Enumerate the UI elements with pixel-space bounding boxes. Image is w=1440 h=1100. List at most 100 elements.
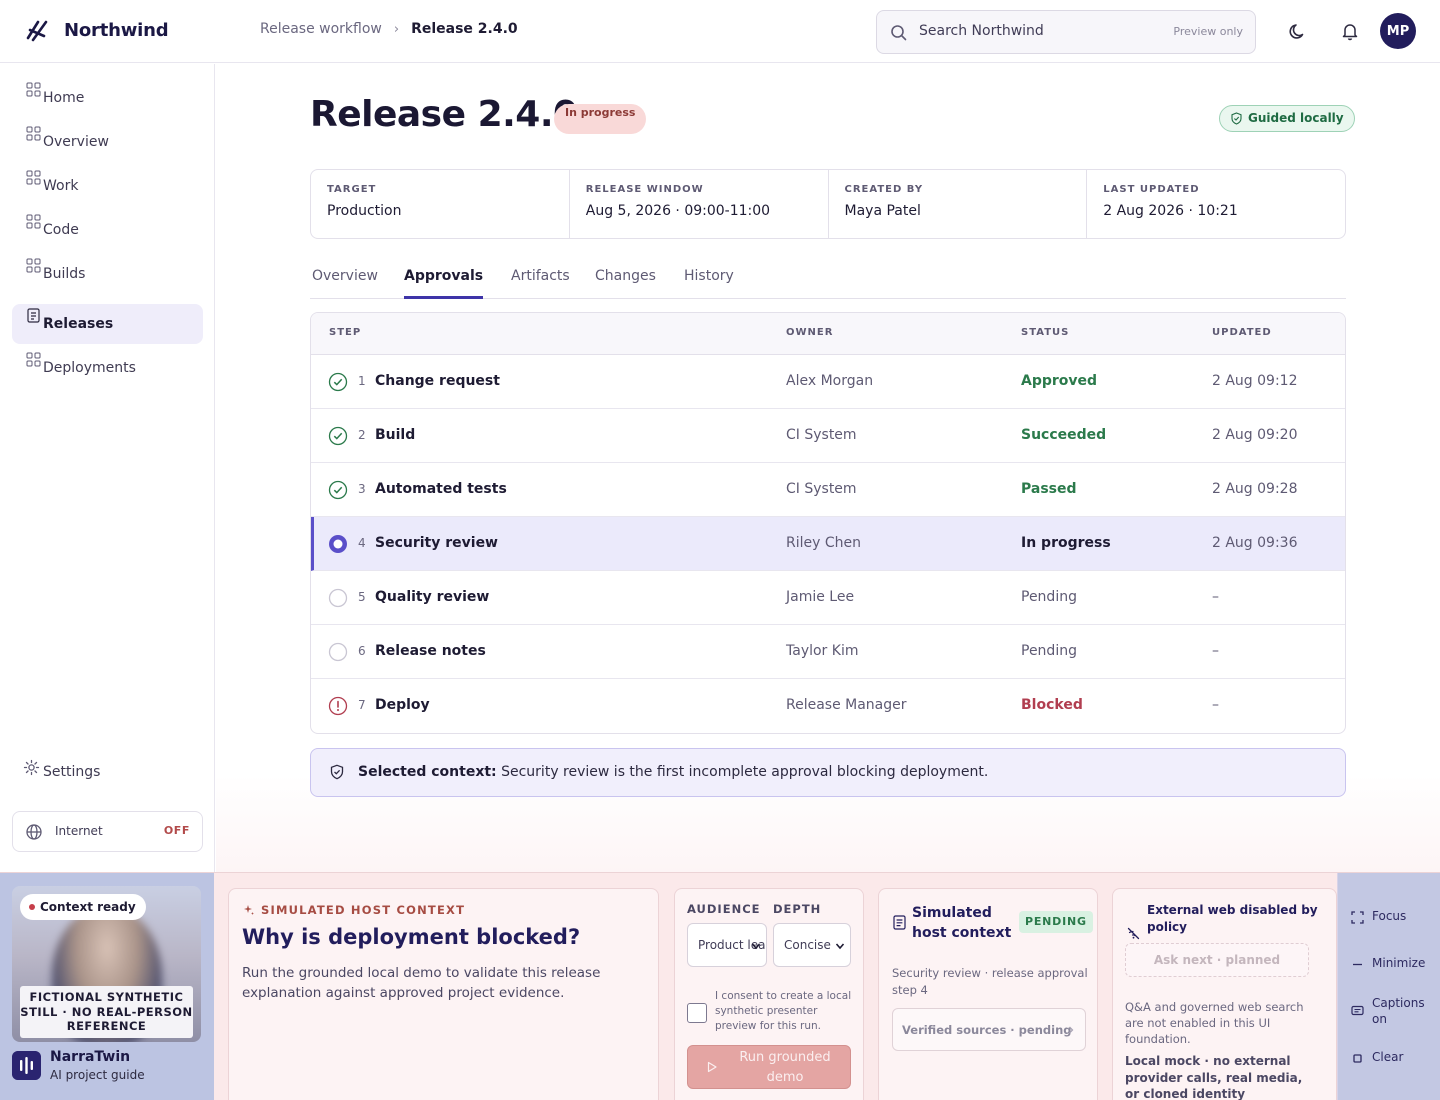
focus-label: Focus xyxy=(1372,909,1407,923)
minimize-label: Minimize xyxy=(1372,956,1426,970)
simulated-kicker-label: SIMULATED HOST CONTEXT xyxy=(261,903,466,917)
meta-created-by: CREATED BY Maya Patel xyxy=(829,170,1088,238)
bell-icon[interactable] xyxy=(1339,20,1361,42)
internet-state-badge: OFF xyxy=(163,824,190,837)
step-updated: – xyxy=(1212,643,1219,659)
search-placeholder: Search Northwind xyxy=(919,23,1044,39)
header-owner: OWNER xyxy=(786,327,834,338)
table-row[interactable]: 5 Quality review Jamie Lee Pending – xyxy=(311,571,1345,625)
play-icon xyxy=(707,1061,717,1073)
step-name: Security review xyxy=(375,535,498,551)
simulated-question: Why is deployment blocked? xyxy=(242,925,581,949)
table-row[interactable]: 2 Build CI System Succeeded 2 Aug 09:20 xyxy=(311,409,1345,463)
app-logo[interactable]: Northwind xyxy=(24,16,169,44)
ask-next-button[interactable]: Ask next · planned xyxy=(1125,943,1309,977)
step-status: Approved xyxy=(1021,373,1098,389)
sidebar-item-builds[interactable]: Builds xyxy=(12,254,203,294)
presenter-role: AI project guide xyxy=(50,1068,145,1082)
sidebar-item-code[interactable]: Code xyxy=(12,210,203,250)
grid-icon xyxy=(26,82,41,97)
synthetic-disclaimer: FICTIONAL SYNTHETIC STILL · NO REAL-PERS… xyxy=(20,986,193,1038)
main-content: Release 2.4.0 In progress Guided locally… xyxy=(216,64,1440,872)
step-status: Passed xyxy=(1021,481,1077,497)
sidebar-item-settings[interactable]: Settings xyxy=(12,756,203,786)
context-ready-badge: Context ready xyxy=(20,894,146,920)
internet-label: Internet xyxy=(55,824,103,838)
step-owner: Release Manager xyxy=(786,697,907,713)
search-input[interactable]: Search Northwind Preview only xyxy=(876,10,1256,54)
breadcrumb: Release workflow › Release 2.4.0 xyxy=(260,21,518,37)
step-number: 6 xyxy=(358,644,366,658)
depth-select[interactable]: Concise xyxy=(773,923,851,967)
step-owner: CI System xyxy=(786,481,857,497)
meta-value: 2 Aug 2026 · 10:21 xyxy=(1103,203,1238,219)
table-row[interactable]: 3 Automated tests CI System Passed 2 Aug… xyxy=(311,463,1345,517)
moon-icon[interactable] xyxy=(1287,20,1309,42)
sidebar-item-label: Deployments xyxy=(43,360,136,376)
table-row[interactable]: 6 Release notes Taylor Kim Pending – xyxy=(311,625,1345,679)
page-title: Release 2.4.0 xyxy=(310,94,578,135)
tab-overview[interactable]: Overview xyxy=(312,268,378,299)
sidebar-item-home[interactable]: Home xyxy=(12,78,203,118)
step-status: Blocked xyxy=(1021,697,1083,713)
context-label: Selected context: xyxy=(358,764,497,780)
grid-icon xyxy=(26,214,41,229)
tab-changes[interactable]: Changes xyxy=(595,268,656,299)
sidebar: Home Overview Work Code Builds Releases … xyxy=(0,64,215,872)
local-mock-note: Local mock · no external provider calls,… xyxy=(1125,1054,1303,1100)
step-status: Pending xyxy=(1021,643,1077,659)
empty-circle-icon xyxy=(328,588,348,608)
wifi-off-icon xyxy=(1127,927,1140,940)
presenter-still-image: Context ready FICTIONAL SYNTHETIC STILL … xyxy=(12,886,201,1042)
sidebar-item-overview[interactable]: Overview xyxy=(12,122,203,162)
step-status: Pending xyxy=(1021,589,1077,605)
table-row[interactable]: 7 Deploy Release Manager Blocked – xyxy=(311,679,1345,733)
step-number: 5 xyxy=(358,590,366,604)
top-bar: Northwind Release workflow › Release 2.4… xyxy=(0,0,1440,63)
shield-check-icon xyxy=(1231,112,1242,125)
step-number: 2 xyxy=(358,428,366,442)
internet-toggle[interactable]: Internet OFF xyxy=(12,811,203,852)
header-step: STEP xyxy=(329,327,362,338)
audience-select[interactable]: Product lead xyxy=(687,923,767,967)
step-number: 3 xyxy=(358,482,366,496)
app-name: Northwind xyxy=(64,19,169,41)
host-context-title: Simulated host context xyxy=(912,905,1012,941)
sidebar-item-releases[interactable]: Releases xyxy=(12,304,203,344)
grid-icon xyxy=(26,170,41,185)
gear-icon xyxy=(23,759,40,776)
breadcrumb-parent[interactable]: Release workflow xyxy=(260,21,382,37)
table-row[interactable]: 1 Change request Alex Morgan Approved 2 … xyxy=(311,355,1345,409)
shield-check-icon xyxy=(330,764,344,780)
table-row-current[interactable]: 4 Security review Riley Chen In progress… xyxy=(311,517,1345,571)
step-owner: Jamie Lee xyxy=(786,589,855,605)
sidebar-item-work[interactable]: Work xyxy=(12,166,203,206)
chevron-down-icon xyxy=(835,943,845,950)
meta-key: LAST UPDATED xyxy=(1103,184,1200,195)
tab-artifacts[interactable]: Artifacts xyxy=(511,268,570,299)
tab-approvals[interactable]: Approvals xyxy=(404,268,484,299)
preview-only-badge: Preview only xyxy=(1173,25,1243,38)
verified-sources-button[interactable]: Verified sources · pending xyxy=(892,1008,1086,1051)
meta-release-window: RELEASE WINDOW Aug 5, 2026 · 09:00-11:00 xyxy=(570,170,829,238)
northwind-logo-icon xyxy=(26,20,48,42)
meta-target: TARGET Production xyxy=(311,170,570,238)
meta-value: Production xyxy=(327,203,402,219)
chevron-right-icon xyxy=(1069,1026,1074,1034)
step-owner: Riley Chen xyxy=(786,535,861,551)
presenter-panel: Context ready FICTIONAL SYNTHETIC STILL … xyxy=(0,873,214,1100)
meta-key: RELEASE WINDOW xyxy=(585,184,704,195)
run-grounded-demo-button[interactable]: Run grounded demo xyxy=(687,1045,851,1089)
sidebar-item-deployments[interactable]: Deployments xyxy=(12,348,203,388)
user-avatar[interactable]: MP xyxy=(1380,13,1416,49)
grid-icon xyxy=(26,258,41,273)
run-settings-card: AUDIENCE DEPTH Product lead Concise I co… xyxy=(674,888,864,1100)
presenter-name: NarraTwin xyxy=(50,1049,131,1065)
step-owner: Taylor Kim xyxy=(786,643,859,659)
tab-history[interactable]: History xyxy=(684,268,734,299)
depth-value: Concise xyxy=(784,938,831,952)
consent-checkbox[interactable] xyxy=(687,1003,707,1023)
step-updated: 2 Aug 09:36 xyxy=(1212,535,1298,551)
context-ready-label: Context ready xyxy=(40,900,136,914)
meta-value: Aug 5, 2026 · 09:00-11:00 xyxy=(585,203,771,219)
